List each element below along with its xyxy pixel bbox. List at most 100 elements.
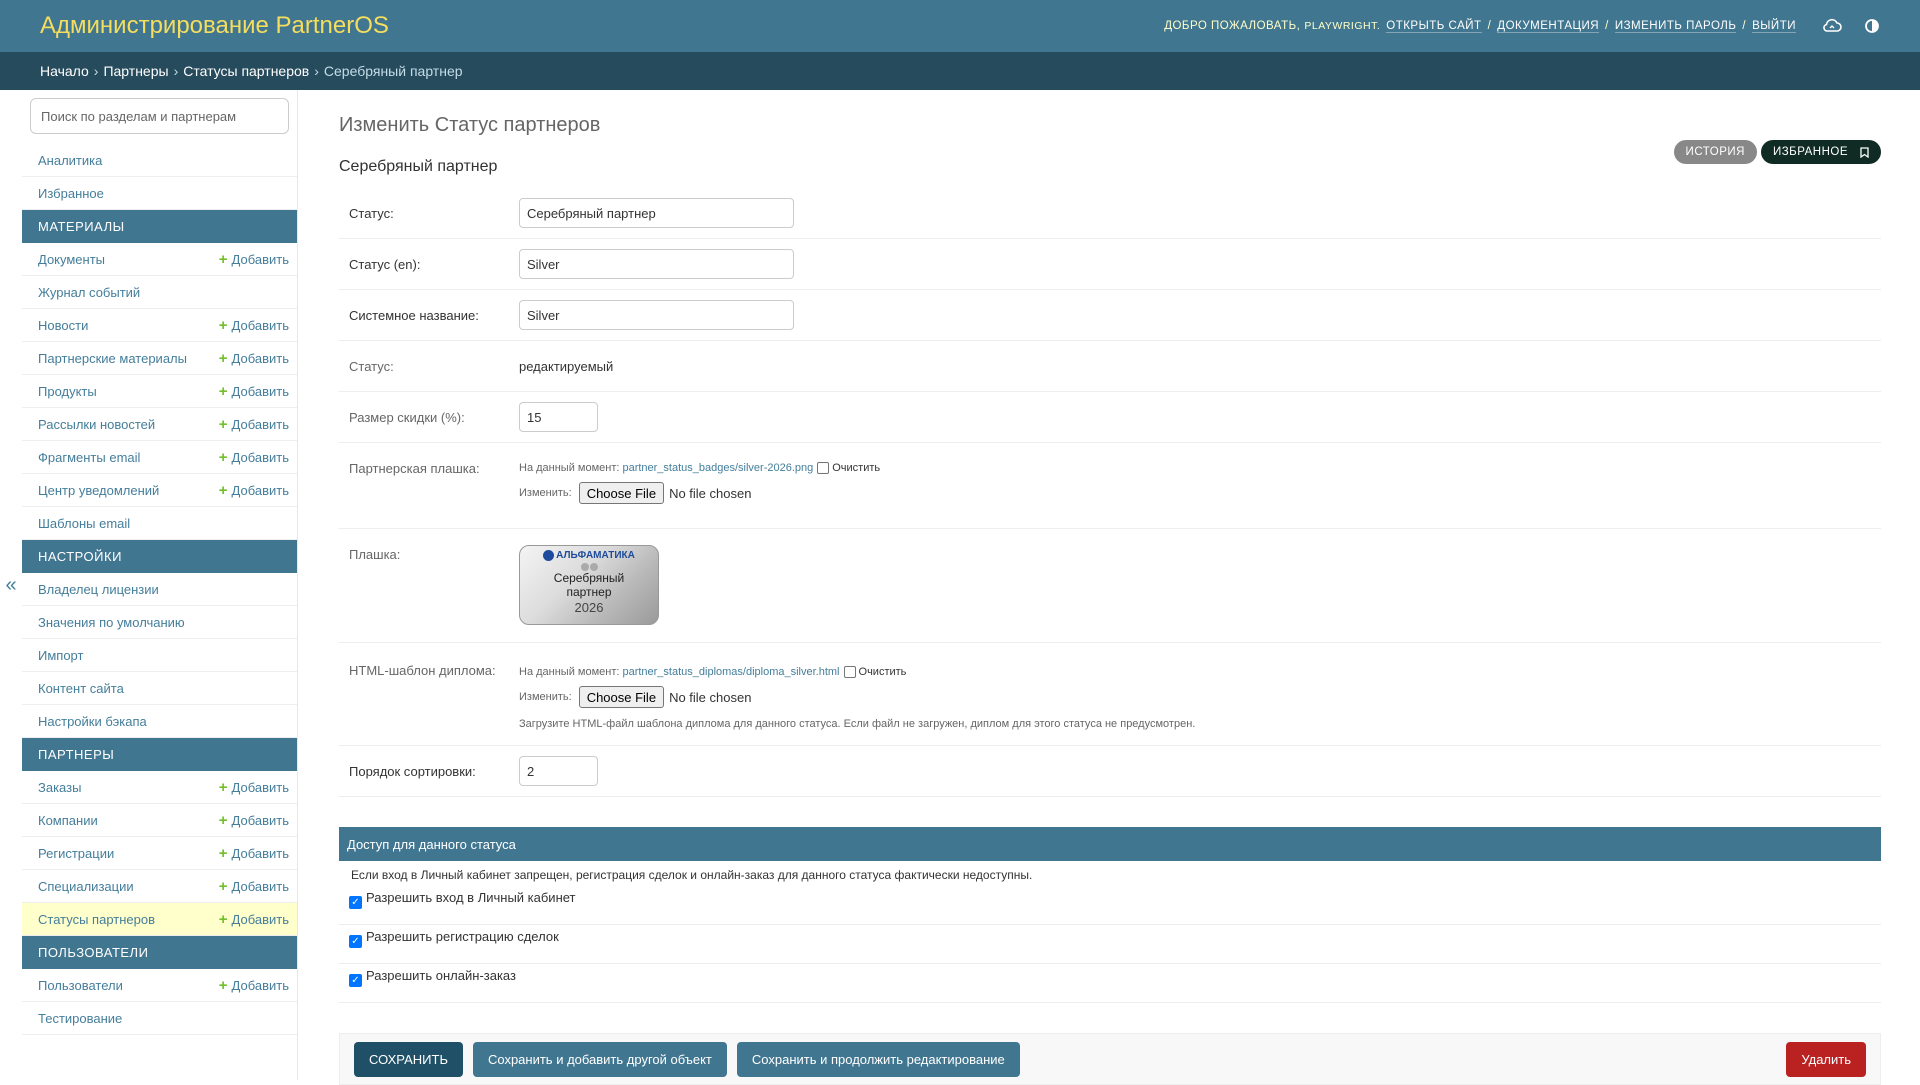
sidebar-add-link[interactable]: + Добавить [219, 879, 289, 894]
sidebar-add-link[interactable]: + Добавить [219, 351, 289, 366]
view-site-link[interactable]: Открыть сайт [1386, 20, 1482, 33]
sidebar-item-label[interactable]: Пользователи [38, 978, 123, 993]
badge-choose-file-button[interactable]: Choose File [578, 482, 665, 504]
sidebar-item-label[interactable]: Компании [38, 813, 98, 828]
bookmark-icon [1860, 146, 1869, 158]
access-checks: ✓ Разрешить вход в Личный кабинет ✓ Разреши… [339, 886, 1881, 1003]
sidebar-add-link[interactable]: + Добавить [219, 384, 289, 399]
sidebar-item: Продукты + Добавить [22, 375, 297, 408]
status-en-row: Статус (en): Silver [339, 239, 1881, 290]
breadcrumb-home[interactable]: Начало [40, 63, 89, 79]
access-checkbox[interactable]: ✓ [349, 896, 362, 909]
cloud-sync-icon[interactable] [1822, 18, 1842, 34]
delete-button[interactable]: Удалить [1786, 1041, 1866, 1077]
sidebar-add-link[interactable]: + Добавить [219, 417, 289, 432]
theme-toggle-icon[interactable] [1864, 18, 1880, 34]
save-button[interactable]: Сохранить [354, 1041, 463, 1077]
diploma-choose-file-button[interactable]: Choose File [578, 686, 665, 708]
plus-icon: + [218, 382, 228, 400]
sidebar-add-link[interactable]: + Добавить [219, 450, 289, 465]
badge-year: 2026 [574, 600, 604, 615]
logout-link[interactable]: Выйти [1752, 20, 1796, 33]
discount-input[interactable]: 15 [519, 402, 598, 432]
logo-mark-icon [543, 550, 555, 561]
badge-clear-checkbox[interactable] [817, 462, 830, 474]
site-branding[interactable]: Администрирование PartnerOS [40, 12, 389, 40]
sidebar-item: Заказы + Добавить [22, 771, 297, 804]
documentation-link[interactable]: Документация [1497, 20, 1600, 33]
sidebar-item-label[interactable]: Шаблоны email [38, 516, 130, 531]
breadcrumb-partner-statuses[interactable]: Статусы партнеров [183, 63, 309, 79]
sidebar-section-caption[interactable]: Материалы [22, 210, 297, 243]
sidebar-item: Тестирование [22, 1002, 297, 1035]
sidebar-section-caption[interactable]: Пользователи [22, 936, 297, 969]
sidebar-item-label[interactable]: Владелец лицензии [38, 582, 159, 597]
breadcrumb-partners[interactable]: Партнеры [103, 63, 168, 79]
sidebar-item-label[interactable]: Тестирование [38, 1011, 122, 1026]
sidebar-item-label[interactable]: Журнал событий [38, 285, 140, 300]
sidebar-item[interactable]: Избранное [22, 177, 297, 210]
sidebar-item-label[interactable]: Центр уведомлений [38, 483, 159, 498]
badge-line-2: партнер [566, 585, 612, 599]
sidebar-section-caption[interactable]: Партнеры [22, 738, 297, 771]
favorite-button[interactable]: Избранное [1760, 140, 1881, 164]
add-label: Добавить [231, 350, 289, 366]
sidebar-item-label[interactable]: Настройки бэкапа [38, 714, 147, 729]
change-password-link[interactable]: Изменить пароль [1614, 20, 1737, 33]
history-button[interactable]: История [1673, 140, 1757, 164]
sidebar-add-link[interactable]: + Добавить [219, 846, 289, 861]
status-input[interactable]: Серебряный партнер [519, 198, 794, 228]
sidebar-item-label[interactable]: Рассылки новостей [38, 417, 155, 432]
sidebar-section-caption[interactable]: Настройки [22, 540, 297, 573]
access-check-row: ✓ Разрешить онлайн-заказ [339, 964, 1881, 1003]
badge-logo: АЛЬФАМАТИКА [543, 550, 635, 561]
sidebar-item-label[interactable]: Контент сайта [38, 681, 124, 696]
add-label: Добавить [231, 482, 289, 498]
state-value: редактируемый [519, 359, 614, 374]
sidebar-item-label[interactable]: Партнерские материалы [38, 351, 187, 366]
submit-row: Сохранить Сохранить и добавить другой об… [339, 1033, 1881, 1085]
change-label: Изменить: [519, 691, 572, 703]
sidebar-item-label[interactable]: Значения по умолчанию [38, 615, 185, 630]
sidebar-item-label[interactable]: Статусы партнеров [38, 912, 155, 927]
sidebar-item-label[interactable]: Специализации [38, 879, 134, 894]
status-en-input[interactable]: Silver [519, 249, 794, 279]
sidebar-add-link[interactable]: + Добавить [219, 912, 289, 927]
save-and-add-button[interactable]: Сохранить и добавить другой объект [472, 1041, 727, 1077]
sort-order-input[interactable]: 2 [519, 756, 598, 786]
sidebar-item-label[interactable]: Документы [38, 252, 105, 267]
sidebar-add-link[interactable]: + Добавить [219, 813, 289, 828]
system-name-input[interactable]: Silver [519, 300, 794, 330]
access-check-label[interactable]: Разрешить регистрацию сделок [366, 929, 559, 944]
badge-file-link[interactable]: partner_status_badges/silver-2026.png [622, 462, 813, 474]
diploma-clear-checkbox[interactable] [843, 666, 856, 678]
sidebar-item-label[interactable]: Избранное [38, 186, 104, 201]
sidebar-item-label[interactable]: Заказы [38, 780, 81, 795]
content: Изменить Статус партнеров История Избран… [339, 90, 1881, 1085]
sidebar-item: Фрагменты email + Добавить [22, 441, 297, 474]
access-checkbox[interactable]: ✓ [349, 935, 362, 948]
sidebar-item-label[interactable]: Аналитика [38, 153, 102, 168]
diploma-file-link[interactable]: partner_status_diplomas/diploma_silver.h… [622, 666, 839, 678]
save-and-continue-button[interactable]: Сохранить и продолжить редактирование [736, 1041, 1020, 1077]
access-check-label[interactable]: Разрешить онлайн-заказ [366, 968, 516, 983]
sidebar-add-link[interactable]: + Добавить [219, 318, 289, 333]
sidebar-search-input[interactable]: Поиск по разделам и партнерам [30, 98, 289, 134]
sidebar-item[interactable]: Аналитика [22, 144, 297, 177]
sidebar-add-link[interactable]: + Добавить [219, 483, 289, 498]
sidebar-item-label[interactable]: Регистрации [38, 846, 114, 861]
toggle-sidebar-button[interactable]: « [0, 90, 22, 1080]
sidebar-add-link[interactable]: + Добавить [219, 252, 289, 267]
sidebar-add-link[interactable]: + Добавить [219, 978, 289, 993]
badge-line-1: Серебряный [553, 571, 625, 585]
access-checkbox[interactable]: ✓ [349, 974, 362, 987]
no-file-text: No file chosen [669, 485, 752, 501]
sidebar-item-label[interactable]: Фрагменты email [38, 450, 140, 465]
sidebar-item-label[interactable]: Импорт [38, 648, 83, 663]
sidebar-item-label[interactable]: Новости [38, 318, 88, 333]
access-check-label[interactable]: Разрешить вход в Личный кабинет [366, 890, 576, 905]
sidebar-item-label[interactable]: Продукты [38, 384, 97, 399]
sidebar-item: Центр уведомлений + Добавить [22, 474, 297, 507]
sidebar-item: Регистрации + Добавить [22, 837, 297, 870]
sidebar-add-link[interactable]: + Добавить [219, 780, 289, 795]
